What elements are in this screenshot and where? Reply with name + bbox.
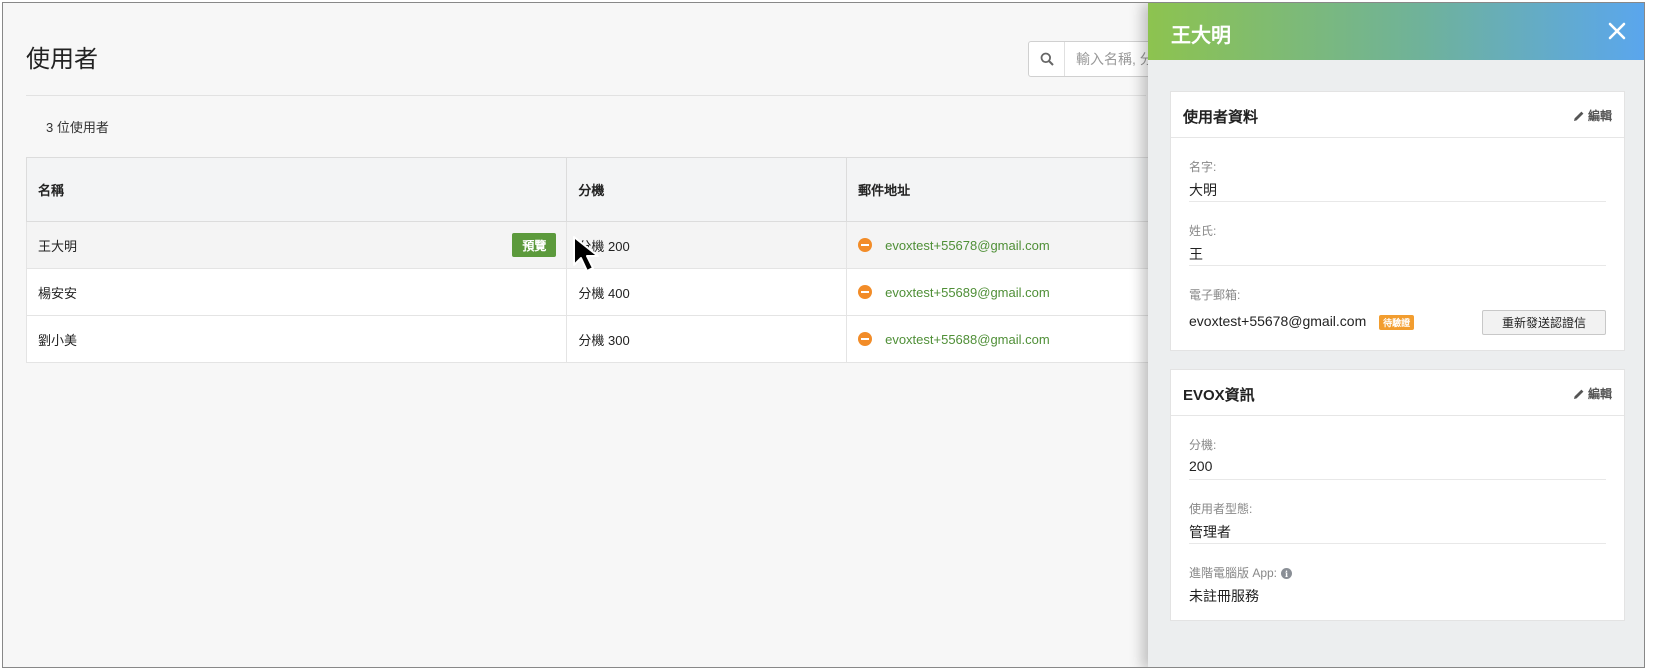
email-field: 電子郵箱: evoxtest+55678@gmail.com 待驗證 重新發送認… bbox=[1189, 266, 1606, 350]
last-name-field: 姓氏: 王 bbox=[1189, 202, 1606, 266]
desktop-app-value: 未註冊服務 bbox=[1189, 588, 1259, 604]
user-name-cell[interactable]: 楊安安 bbox=[25, 268, 568, 316]
email-cell: evoxtest+55678@gmail.com bbox=[846, 221, 1156, 269]
first-name-label: 名字: bbox=[1189, 160, 1217, 174]
status-minus-icon bbox=[858, 238, 873, 252]
first-name-field: 名字: 大明 bbox=[1189, 138, 1606, 202]
panel-title: 王大明 bbox=[1171, 25, 1231, 47]
user-type-label: 使用者型態: bbox=[1189, 502, 1253, 516]
last-name-value: 王 bbox=[1189, 246, 1203, 262]
close-icon[interactable] bbox=[1605, 19, 1629, 43]
extension-value: 200 bbox=[1189, 458, 1213, 474]
desktop-app-field: 進階電腦版 App: i 未註冊服務 bbox=[1189, 544, 1606, 614]
resend-verification-button[interactable]: 重新發送認證信 bbox=[1482, 310, 1606, 335]
email-cell: evoxtest+55688@gmail.com bbox=[846, 315, 1156, 363]
email-link[interactable]: evoxtest+55678@gmail.com bbox=[885, 238, 1050, 253]
mouse-cursor-icon bbox=[573, 236, 599, 272]
column-header-name[interactable]: 名稱 bbox=[25, 157, 568, 222]
panel-header: 王大明 bbox=[1148, 3, 1644, 60]
desktop-app-label: 進階電腦版 App: bbox=[1189, 566, 1278, 580]
user-name: 楊安安 bbox=[38, 285, 78, 301]
app-window: 使用者 3 位使用者 名稱 分機 郵件地址 王大明 預覽 分機 200 bbox=[2, 2, 1645, 668]
status-minus-icon bbox=[858, 285, 873, 299]
user-detail-panel: 王大明 使用者資料 編輯 名字: 大明 姓氏: 王 電子郵箱: evoxtest… bbox=[1148, 3, 1644, 667]
first-name-value: 大明 bbox=[1189, 182, 1217, 198]
edit-label: 編輯 bbox=[1587, 109, 1612, 123]
table-header-row: 名稱 分機 郵件地址 bbox=[25, 157, 1156, 222]
user-type-value: 管理者 bbox=[1189, 524, 1231, 540]
email-link[interactable]: evoxtest+55689@gmail.com bbox=[885, 285, 1050, 300]
status-minus-icon bbox=[858, 332, 873, 346]
desktop-app-label-row: 進階電腦版 App: i bbox=[1189, 564, 1606, 581]
user-type-field: 使用者型態: 管理者 bbox=[1189, 480, 1606, 544]
profile-edit-button[interactable]: 編輯 bbox=[1573, 107, 1612, 124]
column-header-extension[interactable]: 分機 bbox=[566, 157, 848, 222]
evox-card-title: EVOX資訊 bbox=[1183, 387, 1255, 404]
edit-label: 編輯 bbox=[1587, 387, 1612, 401]
user-name: 劉小美 bbox=[38, 332, 78, 348]
email-value: evoxtest+55678@gmail.com bbox=[1189, 313, 1367, 329]
column-header-email[interactable]: 郵件地址 bbox=[846, 157, 1156, 222]
profile-card: 使用者資料 編輯 名字: 大明 姓氏: 王 電子郵箱: evoxtest+556… bbox=[1170, 91, 1625, 351]
last-name-label: 姓氏: bbox=[1189, 224, 1217, 238]
extension-cell: 分機 300 bbox=[566, 315, 848, 363]
user-name-cell[interactable]: 劉小美 bbox=[25, 315, 568, 363]
page-title: 使用者 bbox=[26, 46, 98, 73]
email-label: 電子郵箱: bbox=[1189, 288, 1241, 302]
email-link[interactable]: evoxtest+55688@gmail.com bbox=[885, 332, 1050, 347]
divider bbox=[26, 95, 1146, 96]
user-count: 3 位使用者 bbox=[46, 120, 109, 135]
extension-field: 分機: 200 bbox=[1189, 416, 1606, 480]
email-cell: evoxtest+55689@gmail.com bbox=[846, 268, 1156, 316]
preview-button[interactable]: 預覽 bbox=[512, 233, 557, 257]
pencil-icon bbox=[1573, 389, 1584, 399]
profile-card-title: 使用者資料 bbox=[1183, 109, 1259, 126]
evox-edit-button[interactable]: 編輯 bbox=[1573, 385, 1612, 402]
user-name: 王大明 bbox=[38, 238, 78, 254]
info-icon[interactable]: i bbox=[1281, 568, 1293, 580]
pending-badge: 待驗證 bbox=[1379, 314, 1415, 330]
user-name-cell[interactable]: 王大明 預覽 bbox=[25, 221, 568, 269]
evox-info-card: EVOX資訊 編輯 分機: 200 使用者型態: 管理者 進階電腦版 App: i… bbox=[1170, 369, 1625, 621]
search-icon bbox=[1029, 42, 1065, 76]
extension-label: 分機: bbox=[1189, 438, 1217, 452]
pencil-icon bbox=[1573, 111, 1584, 121]
table-row[interactable]: 劉小美 分機 300 evoxtest+55688@gmail.com bbox=[25, 315, 1156, 363]
